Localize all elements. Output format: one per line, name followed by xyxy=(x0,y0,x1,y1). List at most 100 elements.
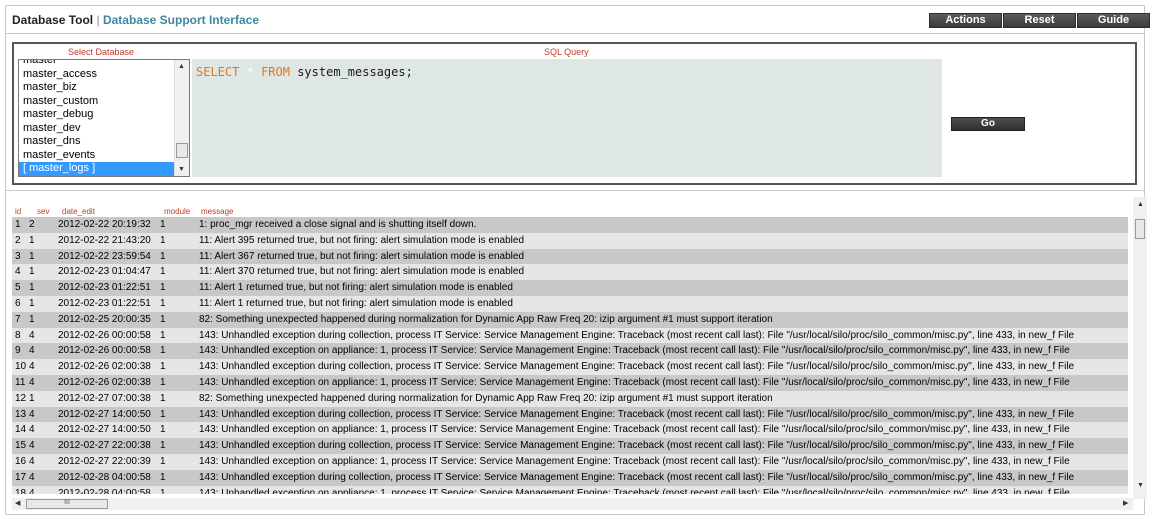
database-option[interactable]: master xyxy=(19,60,189,68)
cell-date-edit: 2012-02-26 00:00:58 xyxy=(58,329,151,341)
cell-id: 2 xyxy=(15,234,21,246)
column-header-date-edit: date_edit xyxy=(62,207,95,216)
reset-button[interactable]: Reset xyxy=(1003,13,1076,28)
cell-message: 11: Alert 367 returned true, but not fir… xyxy=(199,250,525,262)
cell-message: 143: Unhandled exception during collecti… xyxy=(199,329,1075,341)
sql-keyword-select: SELECT xyxy=(196,65,240,79)
database-option[interactable]: [ master_logs ] xyxy=(19,162,189,176)
table-row: 16 4 2012-02-27 22:00:39 1 143: Unhandled ex… xyxy=(12,453,1128,470)
database-option[interactable]: master_dns xyxy=(19,135,189,149)
cell-date-edit: 2012-02-26 02:00:38 xyxy=(58,361,151,373)
cell-date-edit: 2012-02-25 20:00:35 xyxy=(58,313,151,325)
database-option[interactable]: master_biz xyxy=(19,81,189,95)
cell-date-edit: 2012-02-26 00:00:58 xyxy=(58,345,151,357)
arrow-up-icon[interactable]: ▲ xyxy=(1137,201,1144,208)
table-row: 9 4 2012-02-26 00:00:58 1 143: Unhandled exc… xyxy=(12,343,1128,360)
arrow-left-icon[interactable]: ◀ xyxy=(15,499,20,507)
cell-sev: 1 xyxy=(29,282,35,294)
arrow-up-icon[interactable]: ▲ xyxy=(178,63,185,70)
cell-sev: 4 xyxy=(29,329,35,341)
tool-name: Database Tool xyxy=(12,13,94,27)
tool-subtitle: Database Support Interface xyxy=(102,13,259,27)
table-row: 6 1 2012-02-23 01:22:51 1 11: Alert 1 return… xyxy=(12,295,1128,312)
cell-module: 1 xyxy=(160,361,166,373)
cell-id: 18 xyxy=(15,487,27,494)
cell-module: 1 xyxy=(160,234,166,246)
table-row: 14 4 2012-02-27 14:00:50 1 143: Unhandled ex… xyxy=(12,422,1128,439)
cell-message: 11: Alert 370 returned true, but not fir… xyxy=(199,266,525,278)
cell-id: 5 xyxy=(15,282,21,294)
cell-id: 3 xyxy=(15,250,21,262)
database-option[interactable]: master_debug xyxy=(19,108,189,122)
database-option[interactable]: master_dev xyxy=(19,122,189,136)
table-row: 7 1 2012-02-25 20:00:35 1 82: Something unex… xyxy=(12,311,1128,328)
scroll-thumb[interactable] xyxy=(1135,219,1145,239)
cell-id: 8 xyxy=(15,329,21,341)
cell-id: 9 xyxy=(15,345,21,357)
cell-sev: 1 xyxy=(29,297,35,309)
cell-date-edit: 2012-02-27 22:00:39 xyxy=(58,455,151,467)
cell-module: 1 xyxy=(160,408,166,420)
cell-id: 15 xyxy=(15,440,27,452)
sql-table-name: system_messages; xyxy=(297,65,413,79)
cell-sev: 4 xyxy=(29,440,35,452)
results-vertical-scrollbar[interactable]: ▲ ▼ xyxy=(1133,197,1147,499)
column-header-id: id xyxy=(15,207,22,216)
scroll-thumb[interactable] xyxy=(176,143,188,158)
cell-sev: 4 xyxy=(29,345,35,357)
cell-message: 143: Unhandled exception during collecti… xyxy=(199,471,1075,483)
cell-module: 1 xyxy=(160,424,166,436)
database-option[interactable]: master_access xyxy=(19,68,189,82)
cell-id: 17 xyxy=(15,471,27,483)
cell-module: 1 xyxy=(160,376,166,388)
cell-module: 1 xyxy=(160,329,166,341)
arrow-down-icon[interactable]: ▼ xyxy=(1137,482,1144,489)
database-listbox[interactable]: master master_access master_biz master_cust… xyxy=(18,59,190,177)
query-panel: Select Database SQL Query master master_a… xyxy=(12,42,1137,185)
cell-module: 1 xyxy=(160,455,166,467)
cell-message: 143: Unhandled exception on appliance: 1… xyxy=(199,376,1070,388)
table-row: 15 4 2012-02-27 22:00:38 1 143: Unhandled ex… xyxy=(12,438,1128,454)
arrow-right-icon[interactable]: ▶ xyxy=(1123,499,1128,507)
cell-message: 143: Unhandled exception on appliance: 1… xyxy=(199,455,1070,467)
cell-date-edit: 2012-02-22 20:19:32 xyxy=(58,219,151,230)
cell-message: 143: Unhandled exception during collecti… xyxy=(199,408,1075,420)
cell-sev: 1 xyxy=(29,250,35,262)
sql-query-editor[interactable]: SELECT * FROM system_messages; xyxy=(192,59,942,177)
cell-message: 11: Alert 395 returned true, but not fir… xyxy=(199,234,525,246)
title-bar: Database Tool | Database Support Interfa… xyxy=(5,5,1150,33)
sql-query-label: SQL Query xyxy=(544,47,589,57)
database-option[interactable]: master_events xyxy=(19,149,189,163)
cell-sev: 1 xyxy=(29,234,35,246)
cell-module: 1 xyxy=(160,297,166,309)
cell-sev: 4 xyxy=(29,361,35,373)
cell-sev: 4 xyxy=(29,376,35,388)
go-button[interactable]: Go xyxy=(951,117,1025,131)
cell-module: 1 xyxy=(160,487,166,494)
table-row: 11 4 2012-02-26 02:00:38 1 143: Unhandled ex… xyxy=(12,374,1128,391)
table-row: 12 1 2012-02-27 07:00:38 1 82: Something une… xyxy=(12,390,1128,407)
cell-module: 1 xyxy=(160,266,166,278)
results-horizontal-scrollbar[interactable]: ◀ III ▶ xyxy=(12,498,1133,510)
column-header-module: module xyxy=(164,207,191,216)
table-row: 8 4 2012-02-26 00:00:58 1 143: Unhandled exc… xyxy=(12,327,1128,344)
cell-module: 1 xyxy=(160,313,166,325)
table-row: 10 4 2012-02-26 02:00:38 1 143: Unhandled ex… xyxy=(12,359,1128,375)
database-option[interactable]: master_custom xyxy=(19,95,189,109)
scroll-thumb[interactable]: III xyxy=(26,499,108,509)
database-list-scrollbar[interactable]: ▲ ▼ xyxy=(174,60,189,176)
cell-sev: 2 xyxy=(29,219,35,230)
table-row: 3 1 2012-02-22 23:59:54 1 11: Alert 367 retu… xyxy=(12,248,1128,265)
table-row: 5 1 2012-02-23 01:22:51 1 11: Alert 1 return… xyxy=(12,280,1128,296)
actions-button[interactable]: Actions xyxy=(929,13,1002,28)
cell-module: 1 xyxy=(160,250,166,262)
table-row: 1 2 2012-02-22 20:19:32 1 1: proc_mgr receiv… xyxy=(12,217,1128,233)
cell-module: 1 xyxy=(160,282,166,294)
results-header: id sev date_edit module message xyxy=(12,201,1128,217)
cell-module: 1 xyxy=(160,392,166,404)
cell-message: 143: Unhandled exception during collecti… xyxy=(199,440,1075,452)
divider xyxy=(6,190,1144,191)
cell-date-edit: 2012-02-22 23:59:54 xyxy=(58,250,151,262)
arrow-down-icon[interactable]: ▼ xyxy=(178,166,185,173)
guide-button[interactable]: Guide xyxy=(1077,13,1150,28)
